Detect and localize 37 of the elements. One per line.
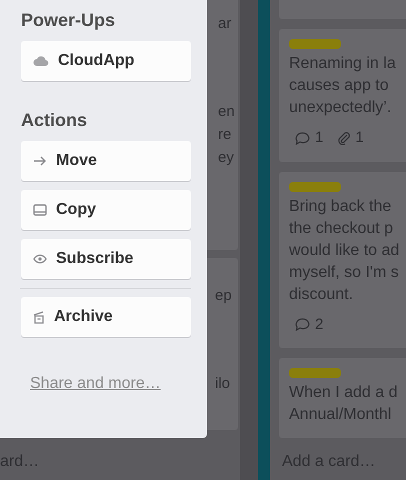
card-text: would like to ad (289, 240, 400, 260)
card-text: ey (218, 148, 235, 168)
comment-icon (295, 132, 310, 145)
section-title: Power-Ups (21, 9, 116, 32)
eye-icon (33, 254, 47, 264)
section-title: Actions (21, 109, 88, 132)
menu-button[interactable]: Move (21, 141, 191, 181)
badge-count: 2 (315, 314, 324, 334)
paperclip-icon (337, 131, 350, 146)
menu-button[interactable]: CloudApp (21, 41, 191, 81)
menu-button[interactable]: Copy (21, 190, 191, 230)
card-text: discount. (289, 284, 354, 304)
card-text: re (218, 125, 232, 145)
comment-icon (295, 318, 310, 332)
badge-count: 1 (315, 128, 324, 148)
card-text: Annual/Monthl (289, 405, 392, 425)
card-text: causes app to (289, 76, 390, 96)
label-bar (289, 39, 341, 49)
arrow-icon (33, 156, 47, 166)
label-bar (289, 182, 341, 192)
card-text: myself, so I'm s (289, 262, 400, 282)
card-icon (33, 204, 47, 216)
cloud-icon (33, 55, 49, 67)
archive-icon (33, 310, 45, 324)
card-text: the checkout p (289, 218, 394, 238)
badge-count: 1 (355, 128, 364, 148)
card-text: ep (215, 286, 233, 306)
card-text: en (218, 102, 236, 122)
card-text: When I add a d (289, 383, 399, 403)
card-text: ar (218, 14, 232, 34)
card-text: Renaming in la (289, 54, 397, 74)
label-bar (289, 368, 341, 378)
card-text: ilo (215, 374, 232, 394)
card-text: unexpectedly’. (289, 98, 392, 118)
menu-button[interactable]: Archive (21, 297, 191, 337)
card-text: Bring back the (289, 196, 392, 216)
menu-button[interactable]: Subscribe (21, 239, 191, 279)
